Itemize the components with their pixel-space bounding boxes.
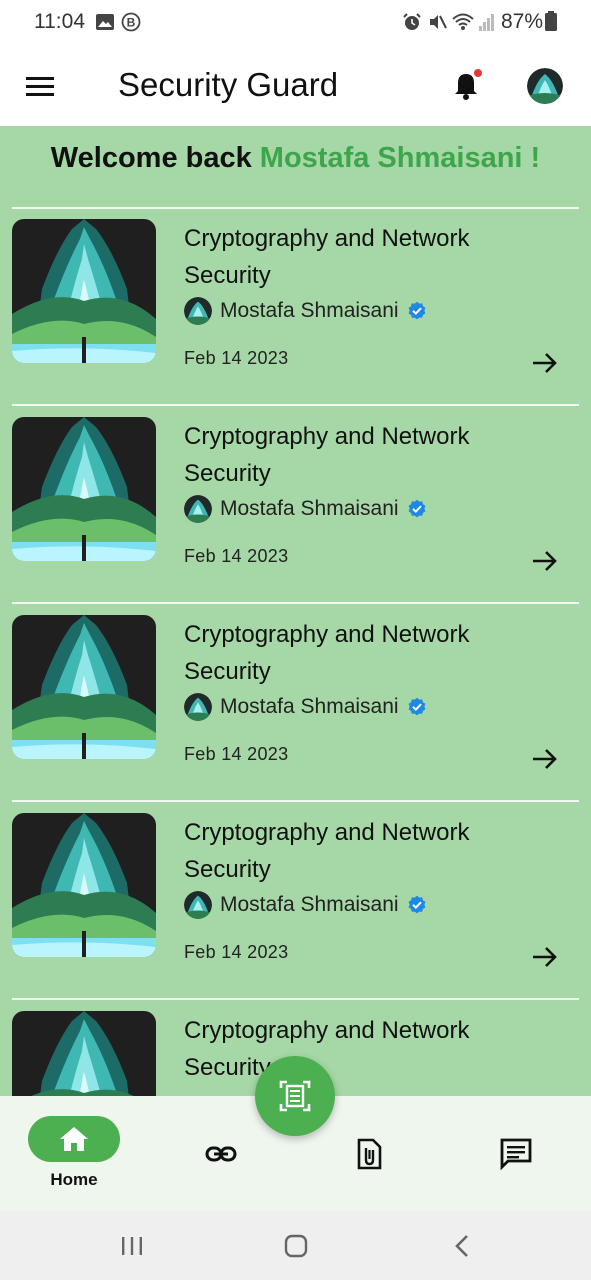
arrow-right-icon	[533, 551, 557, 571]
course-image	[12, 417, 156, 561]
course-thumbnail	[12, 1011, 156, 1096]
author-avatar-image	[184, 693, 212, 721]
course-date: Feb 14 2023	[184, 546, 289, 566]
profile-avatar[interactable]	[527, 68, 563, 104]
arrow-right-icon	[533, 947, 557, 967]
app-title: Security Guard	[118, 66, 339, 103]
author-avatar	[184, 891, 212, 919]
course-author: Mostafa Shmaisani	[184, 890, 427, 920]
author-avatar-image	[184, 891, 212, 919]
recent-apps-icon	[122, 1237, 142, 1255]
battery-icon	[545, 11, 557, 31]
arrow-right-icon	[533, 353, 557, 373]
nav-links[interactable]	[203, 1136, 239, 1172]
wifi-icon	[452, 13, 474, 30]
course-thumbnail	[12, 615, 156, 759]
bell-icon	[455, 69, 482, 100]
course-image	[12, 1011, 156, 1096]
back-button[interactable]	[448, 1231, 478, 1261]
welcome-prefix: Welcome back	[50, 142, 252, 174]
hamburger-menu-icon	[26, 77, 54, 96]
course-thumbnail	[12, 813, 156, 957]
signal-icon	[479, 14, 494, 31]
document-scanner-icon	[279, 1080, 311, 1112]
course-card[interactable]: Cryptography and Network Security Mostafa…	[0, 208, 591, 406]
author-avatar	[184, 495, 212, 523]
course-title: Cryptography and Network Security	[184, 225, 470, 289]
svg-text:B: B	[127, 16, 136, 30]
open-course-button[interactable]	[530, 942, 560, 972]
course-date: Feb 14 2023	[184, 942, 289, 962]
author-avatar	[184, 297, 212, 325]
course-thumbnail	[12, 219, 156, 363]
system-navigation-bar	[0, 1211, 591, 1280]
course-image	[12, 219, 156, 363]
arrow-right-icon	[533, 749, 557, 769]
status-bar: 11:04 B 87%	[0, 0, 591, 46]
course-title: Cryptography and Network Security	[184, 1017, 470, 1081]
avatar-image	[527, 68, 563, 104]
home-square-icon	[284, 1234, 308, 1258]
author-name: Mostafa Shmaisani	[220, 695, 399, 718]
file-attachment-icon	[357, 1138, 382, 1170]
course-card[interactable]: Cryptography and Network Security Mostafa…	[0, 406, 591, 604]
course-image	[12, 615, 156, 759]
course-title: Cryptography and Network Security	[184, 423, 470, 487]
app-bar: Security Guard	[0, 46, 591, 126]
course-author: Mostafa Shmaisani	[184, 296, 427, 326]
recent-apps-button[interactable]	[117, 1231, 147, 1261]
course-image	[12, 813, 156, 957]
course-card[interactable]: Cryptography and Network Security Mostafa…	[0, 604, 591, 802]
alarm-icon	[403, 13, 421, 30]
link-icon	[205, 1146, 237, 1162]
course-date: Feb 14 2023	[184, 348, 289, 368]
status-time: 11:04	[34, 10, 85, 33]
course-title: Cryptography and Network Security	[184, 621, 470, 685]
author-name: Mostafa Shmaisani	[220, 893, 399, 916]
mute-icon	[430, 15, 447, 29]
author-avatar-image	[184, 297, 212, 325]
course-title: Cryptography and Network Security	[184, 819, 470, 883]
welcome-user-name: Mostafa Shmaisani !	[259, 142, 541, 174]
gallery-icon	[96, 14, 114, 30]
home-system-button[interactable]	[281, 1231, 311, 1261]
notification-dot	[474, 69, 482, 77]
chat-icon	[500, 1138, 532, 1171]
nav-chat[interactable]	[498, 1136, 534, 1172]
scan-document-fab[interactable]	[255, 1056, 335, 1136]
notifications-button[interactable]	[448, 68, 484, 104]
author-name: Mostafa Shmaisani	[220, 299, 399, 322]
nav-home-label: Home	[50, 1170, 98, 1189]
course-author: Mostafa Shmaisani	[184, 692, 427, 722]
verified-badge-icon	[408, 895, 425, 914]
main-content[interactable]: Welcome back Mostafa Shmaisani ! Cryptog…	[0, 126, 591, 1096]
open-course-button[interactable]	[530, 744, 560, 774]
back-chevron-icon	[455, 1235, 468, 1257]
verified-badge-icon	[408, 697, 425, 716]
course-card[interactable]: Cryptography and Network Security Mostafa…	[0, 802, 591, 1000]
battery-level: 87%	[501, 10, 544, 33]
course-author: Mostafa Shmaisani	[184, 494, 427, 524]
author-name: Mostafa Shmaisani	[220, 497, 399, 520]
open-course-button[interactable]	[530, 348, 560, 378]
verified-badge-icon	[408, 301, 425, 320]
course-thumbnail	[12, 417, 156, 561]
author-avatar	[184, 693, 212, 721]
course-date: Feb 14 2023	[184, 744, 289, 764]
nav-files[interactable]	[351, 1136, 387, 1172]
author-avatar-image	[184, 495, 212, 523]
home-icon	[60, 1127, 88, 1151]
nav-home[interactable]	[28, 1116, 120, 1162]
welcome-message: Welcome back Mostafa Shmaisani !	[0, 142, 591, 175]
b-badge-icon: B	[121, 12, 141, 32]
open-course-button[interactable]	[530, 546, 560, 576]
menu-button[interactable]	[20, 68, 60, 104]
verified-badge-icon	[408, 499, 425, 518]
